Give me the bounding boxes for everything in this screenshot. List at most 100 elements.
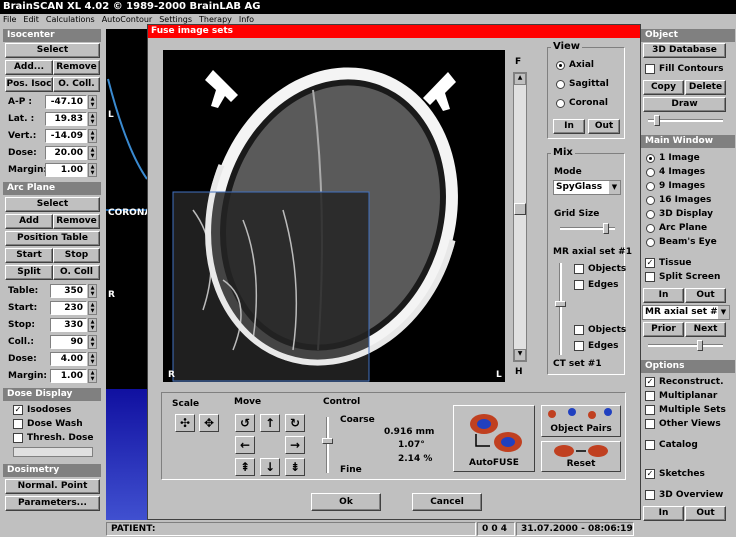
multiplanar-checkbox[interactable] (645, 391, 655, 401)
scroll-down-icon[interactable]: ▼ (514, 349, 526, 361)
table-spinner[interactable]: ▲ ▼ (88, 284, 97, 298)
catalog-checkbox[interactable] (645, 440, 655, 450)
mr-edges-checkbox[interactable] (574, 280, 584, 290)
scroll-thumb[interactable] (514, 203, 526, 215)
arc-o-coll-button[interactable]: O. Coll (53, 265, 100, 280)
object-pairs-button[interactable]: Object Pairs (541, 405, 621, 437)
iso-dose-input[interactable]: 20.00 (45, 146, 87, 160)
view-beams-eye-radio[interactable] (646, 238, 655, 247)
menu-settings[interactable]: Settings (159, 15, 192, 24)
cancel-button[interactable]: Cancel (412, 493, 482, 511)
menu-file[interactable]: File (3, 15, 16, 24)
autofuse-button[interactable]: AutoFUSE (453, 405, 535, 472)
control-slider-knob[interactable] (322, 438, 333, 444)
dose-wash-checkbox[interactable] (13, 419, 23, 429)
zoom-out-button[interactable]: Out (685, 288, 726, 303)
multiple-sets-checkbox[interactable] (645, 405, 655, 415)
arc-margin-spinner[interactable]: ▲ ▼ (88, 369, 97, 383)
move-up-icon[interactable]: ↑ (260, 414, 280, 432)
overview-3d-checkbox[interactable] (645, 490, 655, 500)
table-input[interactable]: 350 (50, 284, 87, 298)
arc-stop-button[interactable]: Stop (53, 248, 100, 263)
options-out-button[interactable]: Out (685, 506, 726, 521)
next-button[interactable]: Next (685, 322, 726, 337)
other-views-checkbox[interactable] (645, 419, 655, 429)
isocenter-add-button[interactable]: Add... (5, 60, 53, 75)
coll-input[interactable]: 90 (50, 335, 87, 349)
mix-slider-track[interactable] (559, 263, 562, 355)
view-4-images-radio[interactable] (646, 168, 655, 177)
options-in-button[interactable]: In (643, 506, 684, 521)
rotate-cw-icon[interactable]: ↻ (285, 414, 305, 432)
arc-dose-spinner[interactable]: ▲ ▼ (88, 352, 97, 366)
tilt-up-icon[interactable]: ⇞ (235, 458, 255, 476)
ap-input[interactable]: -47.10 (45, 95, 87, 109)
tilt-down-icon[interactable]: ⇟ (285, 458, 305, 476)
image-set-select[interactable]: MR axial set #1 ▼ (642, 305, 730, 320)
view-9-images-radio[interactable] (646, 182, 655, 191)
image-slider-knob[interactable] (697, 340, 703, 351)
coronal-radio[interactable] (556, 99, 565, 108)
move-down-icon[interactable]: ↓ (260, 458, 280, 476)
view-3d-display-radio[interactable] (646, 210, 655, 219)
image-slider-track[interactable] (648, 344, 723, 347)
arc-start-button[interactable]: Start (5, 248, 53, 263)
vert-input[interactable]: -14.09 (45, 129, 87, 143)
pos-isoc-button[interactable]: Pos. Isoc (5, 77, 53, 92)
stop-spinner[interactable]: ▲ ▼ (88, 318, 97, 332)
ok-button[interactable]: Ok (311, 493, 381, 511)
view-arc-plane-radio[interactable] (646, 224, 655, 233)
delete-button[interactable]: Delete (685, 80, 726, 95)
reset-button[interactable]: Reset (541, 441, 621, 472)
zoom-in-button[interactable]: In (643, 288, 684, 303)
scale-shrink-icon[interactable]: ✣ (175, 414, 195, 432)
isocenter-remove-button[interactable]: Remove (53, 60, 100, 75)
ap-spinner[interactable]: ▲ ▼ (88, 95, 97, 109)
copy-button[interactable]: Copy (643, 80, 684, 95)
rotate-ccw-icon[interactable]: ↺ (235, 414, 255, 432)
mr-objects-checkbox[interactable] (574, 264, 584, 274)
move-left-icon[interactable]: ← (235, 436, 255, 454)
isodoses-checkbox[interactable]: ✓ (13, 405, 23, 415)
scale-grow-icon[interactable]: ✥ (199, 414, 219, 432)
prior-button[interactable]: Prior (643, 322, 684, 337)
chevron-down-icon[interactable]: ▼ (609, 181, 620, 194)
dose-threshold-slider[interactable] (13, 447, 93, 457)
lat-input[interactable]: 19.83 (45, 112, 87, 126)
start-input[interactable]: 230 (50, 301, 87, 315)
menu-autocontour[interactable]: AutoContour (102, 15, 153, 24)
sagittal-radio[interactable] (556, 80, 565, 89)
menu-calculations[interactable]: Calculations (46, 15, 95, 24)
ct-objects-checkbox[interactable] (574, 325, 584, 335)
mix-slider-knob[interactable] (555, 301, 566, 307)
mode-select[interactable]: SpyGlass ▼ (553, 180, 621, 195)
arc-split-button[interactable]: Split (5, 265, 53, 280)
arc-margin-input[interactable]: 1.00 (50, 369, 87, 383)
arc-select-button[interactable]: Select (5, 197, 100, 212)
stop-input[interactable]: 330 (50, 318, 87, 332)
fill-contours-checkbox[interactable] (645, 64, 655, 74)
view-1-image-radio[interactable] (646, 154, 655, 163)
thresh-dose-checkbox[interactable] (13, 433, 23, 443)
position-table-button[interactable]: Position Table (5, 231, 100, 246)
fusion-image-view[interactable] (163, 50, 505, 382)
ct-edges-checkbox[interactable] (574, 341, 584, 351)
grid-size-slider-knob[interactable] (603, 223, 609, 234)
db3d-button[interactable]: 3D Database (643, 43, 726, 58)
dialog-out-button[interactable]: Out (588, 119, 620, 134)
split-screen-checkbox[interactable] (645, 272, 655, 282)
control-slider-track[interactable] (326, 417, 329, 473)
dialog-in-button[interactable]: In (553, 119, 585, 134)
start-spinner[interactable]: ▲ ▼ (88, 301, 97, 315)
iso-o-coll-button[interactable]: O. Coll. (53, 77, 100, 92)
reconstruct-checkbox[interactable]: ✓ (645, 377, 655, 387)
slice-scrollbar[interactable]: ▲ ▼ (513, 72, 527, 362)
draw-button[interactable]: Draw (643, 97, 726, 112)
coll-spinner[interactable]: ▲ ▼ (88, 335, 97, 349)
isocenter-select-button[interactable]: Select (5, 43, 100, 58)
parameters-button[interactable]: Parameters... (5, 496, 100, 511)
arc-dose-input[interactable]: 4.00 (50, 352, 87, 366)
chevron-down-icon[interactable]: ▼ (718, 306, 729, 319)
arc-remove-button[interactable]: Remove (53, 214, 100, 229)
menu-info[interactable]: Info (239, 15, 254, 24)
